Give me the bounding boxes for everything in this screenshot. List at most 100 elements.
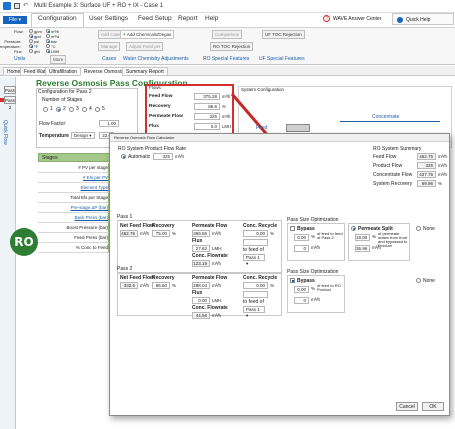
pass-col-label: Flux [192,290,203,296]
split-pct-input[interactable]: 19.00 [355,234,370,241]
bypass-flow-input[interactable]: 0 [294,297,309,304]
split-flow-input[interactable]: 36.96 [355,245,370,252]
tab-summary-report[interactable]: Summary Report [122,67,168,76]
flow-value-input[interactable]: 375.28 [194,93,220,100]
stage-radio-3[interactable] [69,107,74,112]
stage-row-label[interactable]: Back Press (bar) [74,215,108,220]
unit-radio[interactable] [46,49,50,53]
conc-flowrate-input[interactable]: 123.19 [192,260,210,267]
pass-unit: % [172,231,177,236]
stage-radio-label: 5 [102,106,105,112]
tab-user-settings[interactable]: User Settings [89,15,128,22]
stage-row-label[interactable]: Pre-stage ΔP (bar) [71,205,108,210]
conc-recycle-flow-input[interactable] [243,291,268,298]
unit-radio[interactable] [46,29,50,33]
to-feed-of-select[interactable]: Pass 1 ▾ [243,254,265,266]
more-button[interactable]: More [50,55,67,64]
flow-factor-input[interactable]: 1.00 [99,120,119,127]
unit-radio[interactable] [29,39,33,43]
unit-radio[interactable] [29,49,33,53]
stage-radio-2[interactable] [56,107,61,112]
view-tabs: Home Feed Water Ultrafiltration Reverse … [0,66,455,76]
tab-report[interactable]: Report [178,15,198,22]
flow-value-input[interactable]: 0.0 [194,123,220,130]
flux-input[interactable]: 0.00 [192,297,210,304]
ribbon-panel: Flow:gpmm³/hgpdm³/dPressure:psibarTemper… [0,27,455,65]
conc-recycle-input[interactable]: 0.00 [243,282,268,289]
bypass-pct-input[interactable]: 0.00 [294,234,309,241]
tab-configuration[interactable]: Configuration [31,13,84,27]
quick-help-button[interactable]: Quick Help [392,13,454,25]
net-feed-flow-input[interactable]: 332.6 [120,282,138,289]
add-chemicals-button[interactable]: + Add Chemicals/Degas [120,30,175,39]
conc-flowrate-input[interactable]: 44.56 [192,312,210,319]
recovery-input[interactable]: 75.00 [152,230,170,237]
permeate-split-radio[interactable] [351,226,356,231]
unit-radio[interactable] [46,34,50,38]
bypass-pct-input[interactable]: 0.00 [294,286,309,293]
manage-button[interactable]: Manage [98,42,121,51]
to-feed-of-value: Pass 1 [246,255,260,260]
stage-radio-1[interactable] [43,107,48,112]
net-feed-flow-input[interactable]: 462.75 [120,230,138,237]
unit-radio[interactable] [46,39,50,43]
conc-recycle-flow-input[interactable] [243,239,268,246]
pass-unit: % [311,234,316,239]
tab-reverse-osmosis[interactable]: Reverse Osmosis [80,67,128,76]
flow-value-input[interactable]: 86.6 [194,103,220,110]
pass-unit: % [311,286,316,291]
comparison-button[interactable]: Comparison [212,30,243,39]
bypass-checkbox[interactable] [290,226,295,231]
tab-help[interactable]: Help [205,15,218,22]
stage-row-label: % Conc to Feed [75,245,108,250]
file-button[interactable]: File ▾ [3,16,27,24]
bypass-flow-input[interactable]: 0 [294,245,309,252]
unit-radio[interactable] [46,44,50,48]
stage-row-label[interactable]: Element Type [81,185,108,190]
summary-unit: m³/h [438,172,447,177]
automatic-radio[interactable] [121,154,126,159]
water-chemistry-link[interactable]: Water Chemistry Adjustments [123,56,189,62]
pass-2-button[interactable]: Pass 2 [4,96,16,110]
none-radio[interactable] [416,278,421,283]
flow-value-input[interactable]: 325 [194,113,220,120]
ro-special-features-link[interactable]: RO Special Features [203,56,249,62]
to-feed-of-select[interactable]: Pass 1 ▾ [243,306,265,318]
pass-col-label: Conc. Recycle [243,275,278,281]
uf-toc-rejection-button[interactable]: UF TOC Rejection [262,30,305,39]
unit-radio[interactable] [29,34,33,38]
unit-radio[interactable] [29,44,33,48]
ro-toc-rejection-button[interactable]: RO TOC Rejection [210,42,254,51]
ok-button[interactable]: OK [422,402,444,411]
product-flow-input[interactable]: 325 [153,153,173,160]
cases-link[interactable]: Cases [102,56,116,62]
recovery-input[interactable]: 86.60 [152,282,170,289]
uf-special-features-link[interactable]: UF Special Features [259,56,305,62]
unit-option-label: LMH [51,49,60,54]
pass-unit: m³/h [212,231,221,236]
pass-unit: m³/h [311,297,320,302]
pass-1-button[interactable]: Pass 1 [4,86,16,100]
save-icon[interactable] [14,3,20,9]
none-radio[interactable] [416,226,421,231]
conc-recycle-input[interactable]: 0.00 [243,230,268,237]
cancel-button[interactable]: Cancel [396,402,418,411]
stage-radio-4[interactable] [82,107,87,112]
tab-ultrafiltration[interactable]: Ultrafiltration [45,67,82,76]
stage-row-label[interactable]: # Els per PV [83,175,108,180]
bypass-checkbox[interactable] [290,278,295,283]
answer-center-link[interactable]: WAVE Answer Center [333,16,381,22]
quick-flow-tab[interactable]: Quick Flow [2,120,8,145]
permeate-flow-input[interactable]: 288.04 [192,282,210,289]
tab-feed-setup[interactable]: Feed Setup [138,15,172,22]
unit-radio[interactable] [29,29,33,33]
temperature-select[interactable]: Design ▾ [71,132,95,139]
permeate-flow-input[interactable]: 369.56 [192,230,210,237]
pass-size-opt-box [287,223,345,261]
flux-input[interactable]: 27.62 [192,245,210,252]
adjust-feed-ph-button[interactable]: Adjust Feed pH [126,42,164,51]
product-flow-unit: m³/h [175,154,184,159]
stage-radio-5[interactable] [95,107,100,112]
units-link[interactable]: Units [14,56,25,62]
undo-icon[interactable]: ↶ [23,2,28,9]
